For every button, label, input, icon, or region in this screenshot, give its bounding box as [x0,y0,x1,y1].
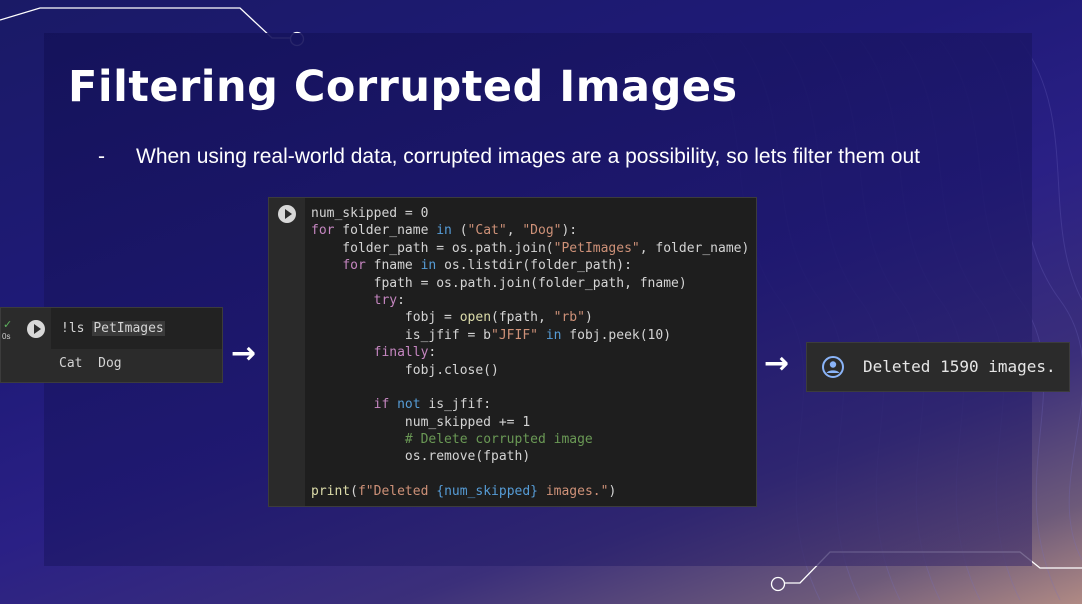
code-line: if not is_jfif: [311,396,749,413]
code-line: for fname in os.listdir(folder_path): [311,257,749,274]
code-token: "JFIF" [491,327,538,343]
code-token: ) [608,484,617,500]
code-token: print [311,484,351,500]
run-cell-button[interactable] [27,320,45,338]
code-token: : [397,292,405,308]
code-token: {num_skipped} [436,484,538,500]
run-cell-button[interactable] [278,205,296,223]
code-token: os.listdir(folder_path): [436,258,632,274]
code-token: finally [373,345,429,361]
code-token: is_jfif: [420,397,492,413]
code-token: in [545,327,562,343]
code-line: fobj.close() [311,362,749,379]
code-token: ) [584,310,593,326]
ls-output: Cat Dog [59,356,122,371]
code-token: ( [451,223,468,239]
code-token: for [311,223,335,239]
code-editor[interactable]: num_skipped = 0 for folder_name in ("Cat"… [311,205,749,501]
code-token: fpath = os.path.join(folder_path, fname) [311,275,687,291]
code-token: folder_path = os.path.join( [311,240,554,256]
right-arrow-icon: → [764,346,790,381]
code-token: (fpath, [491,310,554,326]
cell-input[interactable]: !ls PetImages [51,308,222,349]
code-line: try: [311,292,749,309]
code-token: is_jfif = b [311,327,492,343]
code-token: f"Deleted [357,484,437,500]
code-token: in [436,223,452,239]
filter-code-cell[interactable]: num_skipped = 0 for folder_name in ("Cat"… [268,197,757,507]
code-token: images." [538,484,609,500]
code-token: num_skipped = 0 [311,206,429,221]
code-line: is_jfif = b"JFIF" in fobj.peek(10) [311,327,749,344]
command-text: !ls [61,321,93,336]
ls-notebook-cell[interactable]: ✓ 0s !ls PetImages Cat Dog [0,307,223,383]
code-token: try [373,292,398,308]
code-token: open [459,310,492,326]
code-line: folder_path = os.path.join("PetImages", … [311,240,749,257]
play-icon [33,324,41,334]
bullet-text: When using real-world data, corrupted im… [136,145,920,168]
code-token: os.remove(fpath) [311,449,531,465]
cell-gutter [269,198,305,506]
code-line: num_skipped += 1 [311,414,749,431]
cell-status-gutter: ✓ 0s [1,308,17,382]
command-argument: PetImages [92,321,165,336]
code-token: num_skipped += 1 [311,414,531,430]
code-token: "Cat" [467,223,507,239]
code-token: ): [561,223,578,239]
code-line: print(f"Deleted {num_skipped} images.") [311,483,749,500]
code-token: fobj.close() [311,362,499,378]
slide-title: Filtering Corrupted Images [68,62,738,112]
code-line: num_skipped = 0 [311,205,749,222]
code-token: ( [350,484,358,500]
execution-duration: 0s [2,332,11,341]
code-line: for folder_name in ("Cat", "Dog"): [311,222,749,239]
code-token: in [420,258,437,274]
code-token: : [428,345,437,361]
code-line: fobj = open(fpath, "rb") [311,309,749,326]
code-token: fobj.peek(10) [561,327,672,343]
code-token: for [342,258,366,274]
code-token: "rb" [553,310,585,326]
code-token: # Delete corrupted image [404,432,593,448]
code-token: fname [365,258,421,274]
success-check-icon: ✓ [3,318,13,331]
ls-command: !ls PetImages [61,321,165,336]
right-arrow-icon: → [231,336,257,371]
code-line: finally: [311,344,749,361]
code-line: # Delete corrupted image [311,431,749,448]
code-line: fpath = os.path.join(folder_path, fname) [311,275,749,292]
output-text: Deleted 1590 images. [863,357,1056,376]
user-circle-icon [821,355,845,379]
code-token: , [506,223,523,239]
code-token: , folder_name) [639,240,750,256]
play-icon [284,209,292,219]
code-token: "Dog" [522,223,562,239]
code-token: not [397,397,421,413]
code-token: fobj = [311,310,460,326]
code-token: if [373,397,390,413]
code-token: "PetImages" [553,240,640,256]
code-line: os.remove(fpath) [311,448,749,465]
code-token: folder_name [334,223,437,239]
bullet-marker: - [98,145,105,168]
bullet-point: - When using real-world data, corrupted i… [98,145,920,169]
output-cell: Deleted 1590 images. [806,342,1070,392]
